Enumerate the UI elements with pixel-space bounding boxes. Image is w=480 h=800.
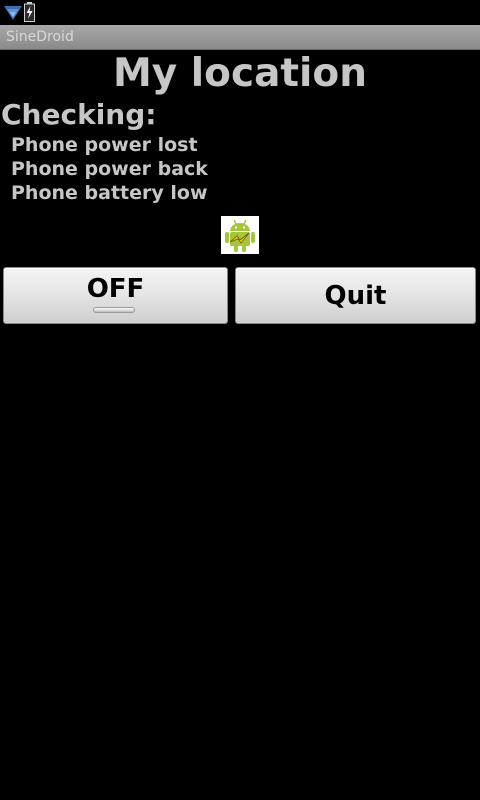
off-button-label: OFF (86, 274, 145, 304)
list-item: Phone power lost (11, 134, 198, 156)
list-item: Phone battery low (11, 182, 208, 204)
toggle-state-indicator (93, 307, 135, 313)
status-bar (0, 0, 480, 25)
quit-button[interactable]: Quit (235, 267, 476, 324)
checking-label: Checking: (1, 98, 157, 131)
page-title: My location (113, 51, 367, 96)
wifi-icon (3, 2, 23, 22)
off-toggle-button[interactable]: OFF (3, 267, 228, 324)
android-charging-icon (221, 216, 259, 254)
title-bar: SineDroid (0, 25, 480, 50)
list-item: Phone power back (11, 158, 208, 180)
check-list: Phone power lost Phone power back Phone … (11, 133, 208, 205)
battery-charging-icon (24, 2, 35, 22)
app-title: SineDroid (6, 29, 74, 45)
quit-button-label: Quit (324, 281, 387, 311)
